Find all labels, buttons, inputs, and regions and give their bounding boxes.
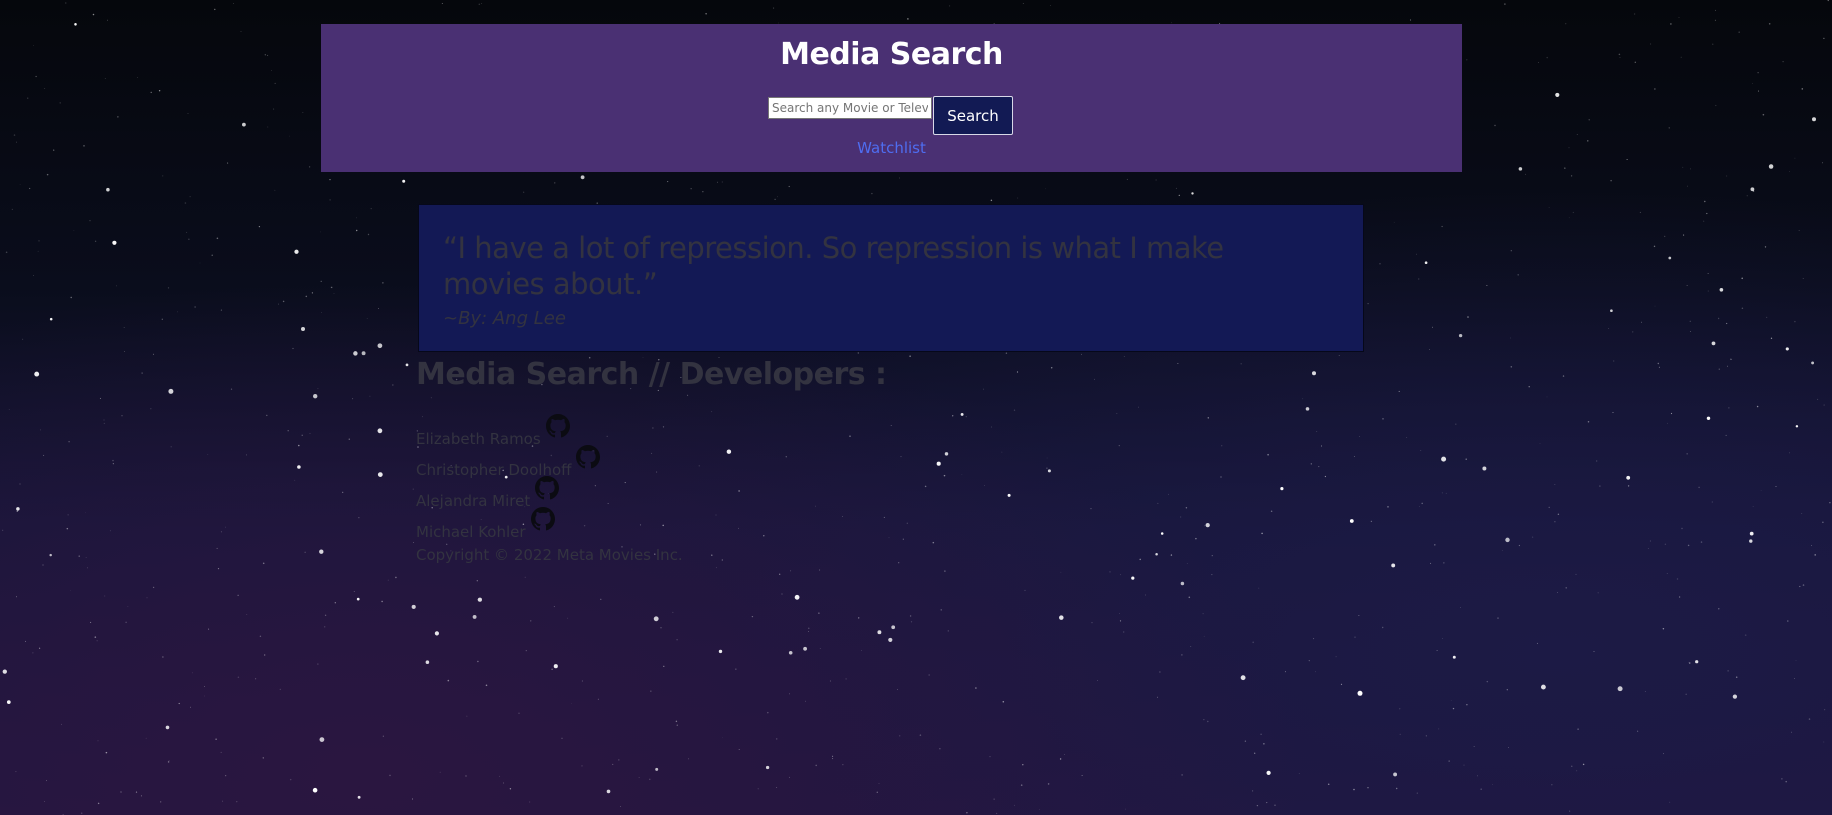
developer-item: Michael Kohler (416, 507, 1016, 542)
watchlist-link[interactable]: Watchlist (321, 139, 1462, 157)
developer-name: Michael Kohler (416, 523, 526, 541)
github-icon[interactable] (545, 414, 570, 438)
quote-card: “I have a lot of repression. So repressi… (418, 204, 1364, 352)
github-icon[interactable] (576, 445, 601, 469)
developers-heading: Media Search // Developers : (416, 357, 887, 392)
quote-text: “I have a lot of repression. So repressi… (443, 231, 1224, 301)
copyright-text: Copyright © 2022 Meta Movies Inc. (416, 546, 683, 564)
github-icon[interactable] (535, 476, 560, 500)
developer-name: Alejandra Miret (416, 492, 531, 510)
page-title: Media Search (780, 37, 1003, 72)
search-input[interactable] (768, 97, 932, 119)
developer-list: Elizabeth Ramos Christopher Doolhoff Ale… (416, 414, 1016, 542)
search-button[interactable]: Search (933, 96, 1013, 135)
developer-item: Alejandra Miret (416, 476, 1016, 511)
developers-section: Media Search // Developers : Elizabeth R… (416, 354, 1016, 564)
github-icon[interactable] (530, 507, 555, 531)
site-header: Media Search Search Watchlist (321, 24, 1462, 172)
developer-name: Elizabeth Ramos (416, 430, 541, 448)
developer-item: Christopher Doolhoff (416, 445, 1016, 480)
quote-author: ~By: Ang Lee (443, 308, 566, 329)
developer-item: Elizabeth Ramos (416, 414, 1016, 449)
